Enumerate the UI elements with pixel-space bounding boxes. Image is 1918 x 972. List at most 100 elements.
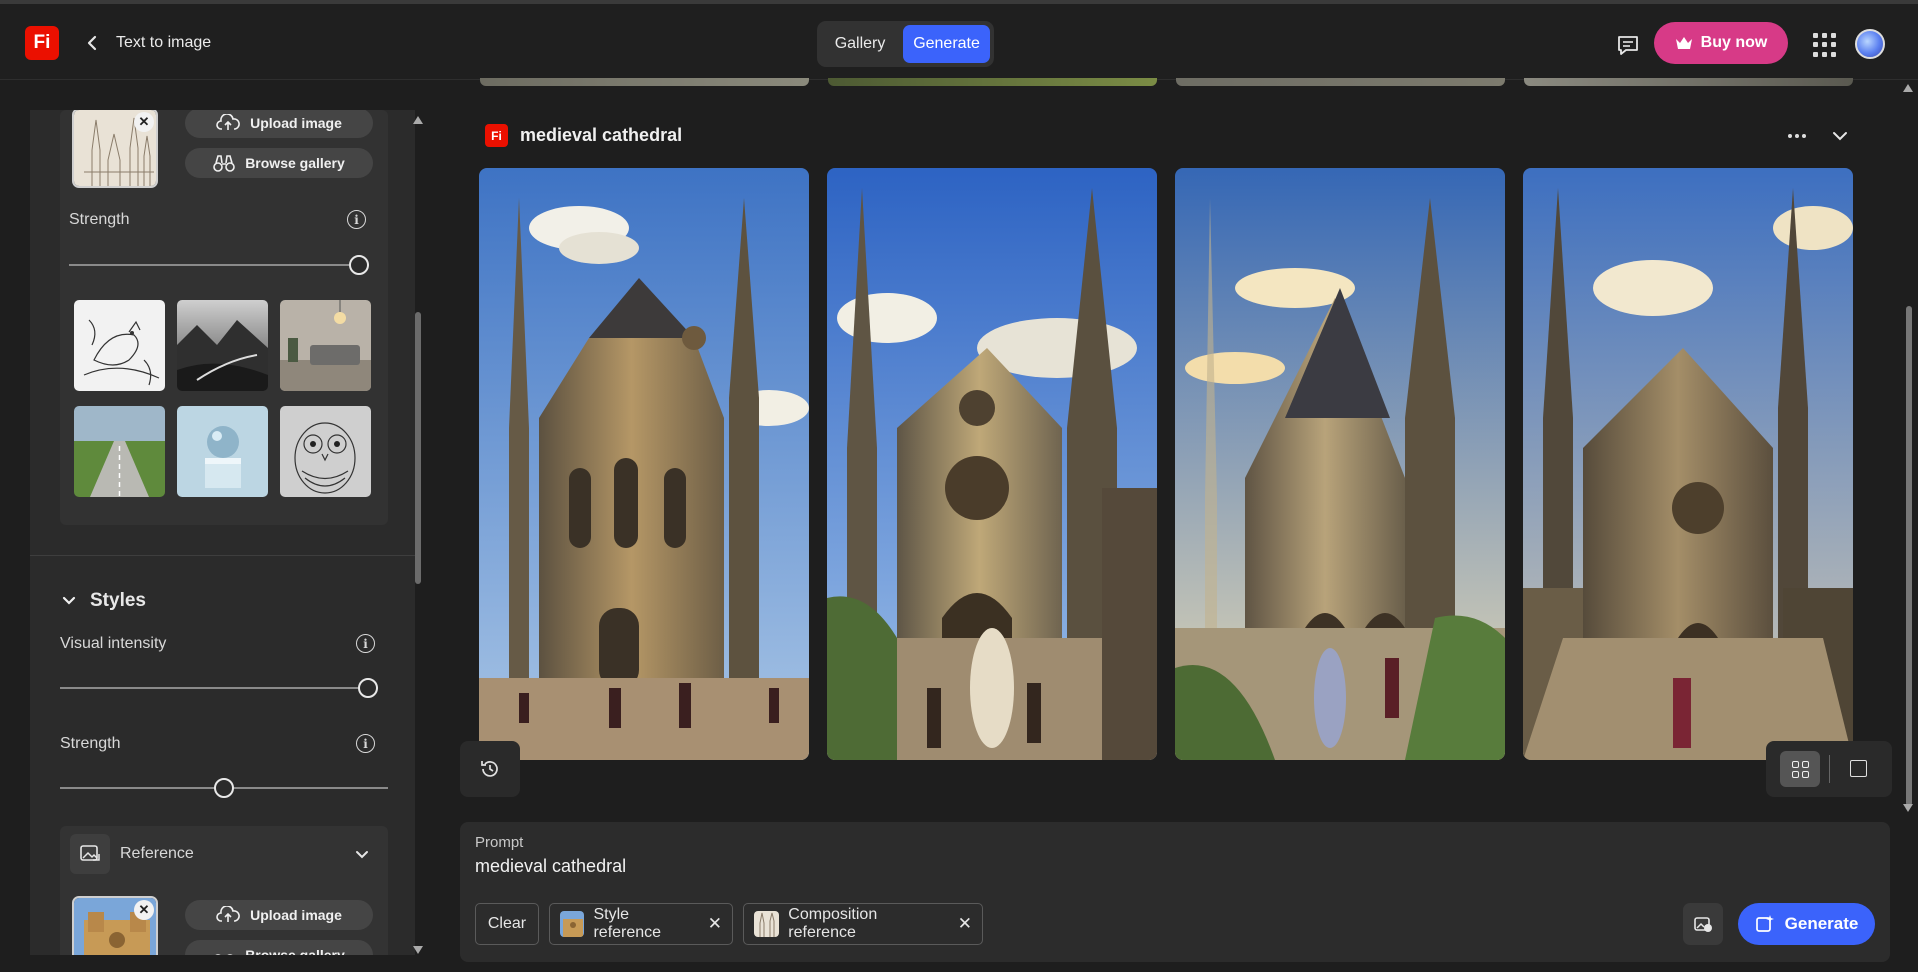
firefly-logo: Fi [485, 124, 508, 147]
chevron-down-icon [62, 596, 76, 605]
generation-header: Fi medieval cathedral [485, 124, 682, 147]
composition-strength-label: Strength [69, 211, 130, 228]
panel-divider [30, 555, 415, 556]
prompt-label: Prompt [475, 834, 524, 851]
firefly-logo[interactable]: Fi [25, 26, 59, 60]
generation-title: medieval cathedral [520, 125, 683, 145]
buy-now-button[interactable]: Buy now [1654, 22, 1788, 64]
page-title: Text to image [116, 34, 212, 51]
prompt-input[interactable]: medieval cathedral [475, 856, 626, 877]
view-toggle [1766, 741, 1892, 797]
previous-image-1[interactable] [480, 78, 809, 86]
previous-image-3[interactable] [1176, 78, 1505, 86]
cloud-upload-icon [216, 906, 240, 922]
generate-button[interactable]: Generate [1738, 903, 1875, 945]
mode-switcher: Gallery Generate [817, 21, 994, 67]
composition-strength-slider[interactable] [69, 255, 369, 275]
browse-gallery-label: Browse gallery [245, 947, 345, 955]
info-icon[interactable]: i [356, 634, 375, 653]
cloud-upload-icon [216, 114, 240, 130]
previous-image-2[interactable] [828, 78, 1157, 86]
tab-generate[interactable]: Generate [903, 25, 990, 63]
history-button[interactable] [460, 741, 520, 797]
image-settings-icon [1694, 917, 1712, 932]
app-header: Fi Text to image Gallery Generate Buy no… [0, 4, 1918, 80]
remove-chip-icon[interactable]: ✕ [958, 914, 972, 934]
apps-grid-icon[interactable] [1813, 33, 1837, 57]
upload-image-label: Upload image [250, 907, 342, 923]
visual-intensity-label: Visual intensity [60, 635, 167, 652]
remove-chip-icon[interactable]: ✕ [708, 914, 722, 934]
panel-scrollbar[interactable] [410, 112, 426, 958]
style-reference-chip-thumbnail [560, 911, 585, 937]
back-button[interactable] [82, 30, 102, 56]
clear-button[interactable]: Clear [475, 903, 539, 945]
reference-image-icon [70, 834, 110, 874]
buy-now-label: Buy now [1700, 34, 1768, 51]
composition-reference-thumbnail[interactable]: ✕ [72, 110, 158, 188]
composition-reference-chip-thumbnail [754, 911, 780, 937]
slider-handle[interactable] [214, 778, 234, 798]
preset-green-road[interactable] [74, 406, 165, 497]
upload-image-label: Upload image [250, 115, 342, 131]
composition-reference-chip-label: Composition reference [788, 906, 878, 941]
remove-style-reference-icon[interactable]: ✕ [134, 900, 154, 920]
styles-strength-label: Strength [60, 735, 121, 752]
preset-owl-pattern[interactable] [280, 406, 371, 497]
scroll-down-icon[interactable] [413, 946, 423, 954]
binoculars-icon [215, 954, 233, 955]
style-reference-thumbnail[interactable]: ✕ [72, 896, 158, 955]
scrollbar-thumb[interactable] [1906, 306, 1912, 806]
preset-misty-mountains[interactable] [177, 300, 268, 391]
generated-image-2[interactable] [827, 168, 1157, 760]
browse-gallery-button[interactable]: Browse gallery [185, 940, 373, 955]
browse-gallery-label: Browse gallery [245, 155, 345, 171]
style-reference-chip[interactable]: Style reference ✕ [549, 903, 733, 945]
chevron-down-icon[interactable] [1830, 128, 1850, 144]
chevron-down-icon[interactable] [355, 847, 369, 865]
main-scrollbar[interactable] [1900, 80, 1918, 816]
previous-image-4[interactable] [1524, 78, 1853, 86]
upload-image-button[interactable]: Upload image [185, 110, 373, 138]
grid-view-icon[interactable] [1780, 751, 1820, 787]
history-icon [481, 761, 498, 777]
generate-label: Generate [1784, 914, 1859, 933]
style-reference-chip-label: Style reference [593, 906, 662, 941]
image-settings-button[interactable] [1683, 903, 1723, 945]
scroll-down-icon[interactable] [1903, 804, 1913, 812]
browse-gallery-button[interactable]: Browse gallery [185, 148, 373, 178]
styles-strength-slider[interactable] [60, 778, 388, 798]
preset-living-room[interactable] [280, 300, 371, 391]
upload-image-button[interactable]: Upload image [185, 900, 373, 930]
chevron-left-icon [87, 35, 97, 51]
more-options-icon[interactable] [1788, 134, 1806, 138]
scrollbar-thumb[interactable] [415, 312, 421, 584]
info-icon[interactable]: i [347, 210, 366, 229]
styles-section-header[interactable]: Styles [62, 590, 146, 612]
slider-handle[interactable] [358, 678, 378, 698]
crown-icon [1675, 37, 1692, 49]
preset-bird-sketch[interactable] [74, 300, 165, 391]
generated-image-3[interactable] [1175, 168, 1505, 760]
generated-image-4[interactable] [1523, 168, 1853, 760]
scroll-up-icon[interactable] [413, 116, 423, 124]
separator [1829, 755, 1830, 783]
info-icon[interactable]: i [356, 734, 375, 753]
styles-title: Styles [90, 590, 146, 611]
binoculars-icon [213, 155, 235, 172]
generated-image-1[interactable] [479, 168, 809, 760]
remove-composition-reference-icon[interactable]: ✕ [134, 112, 154, 132]
visual-intensity-slider[interactable] [60, 678, 378, 698]
slider-handle[interactable] [349, 255, 369, 275]
feedback-icon[interactable] [1615, 32, 1641, 58]
tab-gallery[interactable]: Gallery [821, 25, 899, 63]
scroll-up-icon[interactable] [1903, 84, 1913, 92]
avatar[interactable] [1855, 29, 1885, 59]
generate-sparkle-icon [1755, 915, 1774, 932]
reference-label: Reference [120, 845, 194, 862]
settings-panel: ✕ Upload image Browse gallery Strength i… [30, 110, 415, 955]
prompt-panel: Prompt medieval cathedral Clear Style re… [460, 822, 1890, 962]
preset-sphere-on-cube[interactable] [177, 406, 268, 497]
composition-reference-chip[interactable]: Composition reference ✕ [743, 903, 983, 945]
single-view-icon[interactable] [1850, 760, 1867, 777]
